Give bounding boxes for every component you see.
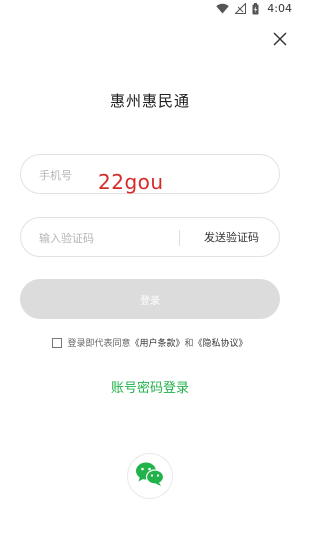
close-button[interactable]: [270, 30, 290, 50]
terms-link[interactable]: 《用户条款》: [130, 336, 184, 349]
send-code-button[interactable]: 发送验证码: [204, 218, 259, 256]
signal-icon: [235, 3, 247, 14]
status-bar: 4:04: [0, 0, 300, 22]
close-icon: [273, 31, 287, 50]
page-title: 惠州惠民通: [109, 92, 190, 110]
wechat-login-button[interactable]: [127, 453, 173, 499]
code-field[interactable]: 发送验证码: [20, 217, 280, 258]
agreement-checkbox[interactable]: [52, 337, 63, 348]
watermark-text: 22gou: [98, 170, 164, 194]
divider: [179, 230, 180, 246]
login-button[interactable]: 登录: [20, 279, 280, 319]
wechat-icon: [135, 461, 165, 491]
privacy-link[interactable]: 《隐私协议》: [194, 336, 248, 349]
agreement-row: 登录即代表同意 《用户条款》 和 《隐私协议》: [0, 336, 300, 349]
wifi-icon: [216, 3, 229, 14]
account-password-login-link[interactable]: 账号密码登录: [0, 377, 300, 396]
status-icons: 4:04: [216, 2, 292, 15]
battery-icon: [252, 2, 259, 15]
agreement-and: 和: [184, 339, 194, 349]
status-time: 4:04: [267, 2, 292, 15]
code-input[interactable]: [37, 218, 191, 258]
agreement-prefix: 登录即代表同意: [67, 339, 131, 349]
